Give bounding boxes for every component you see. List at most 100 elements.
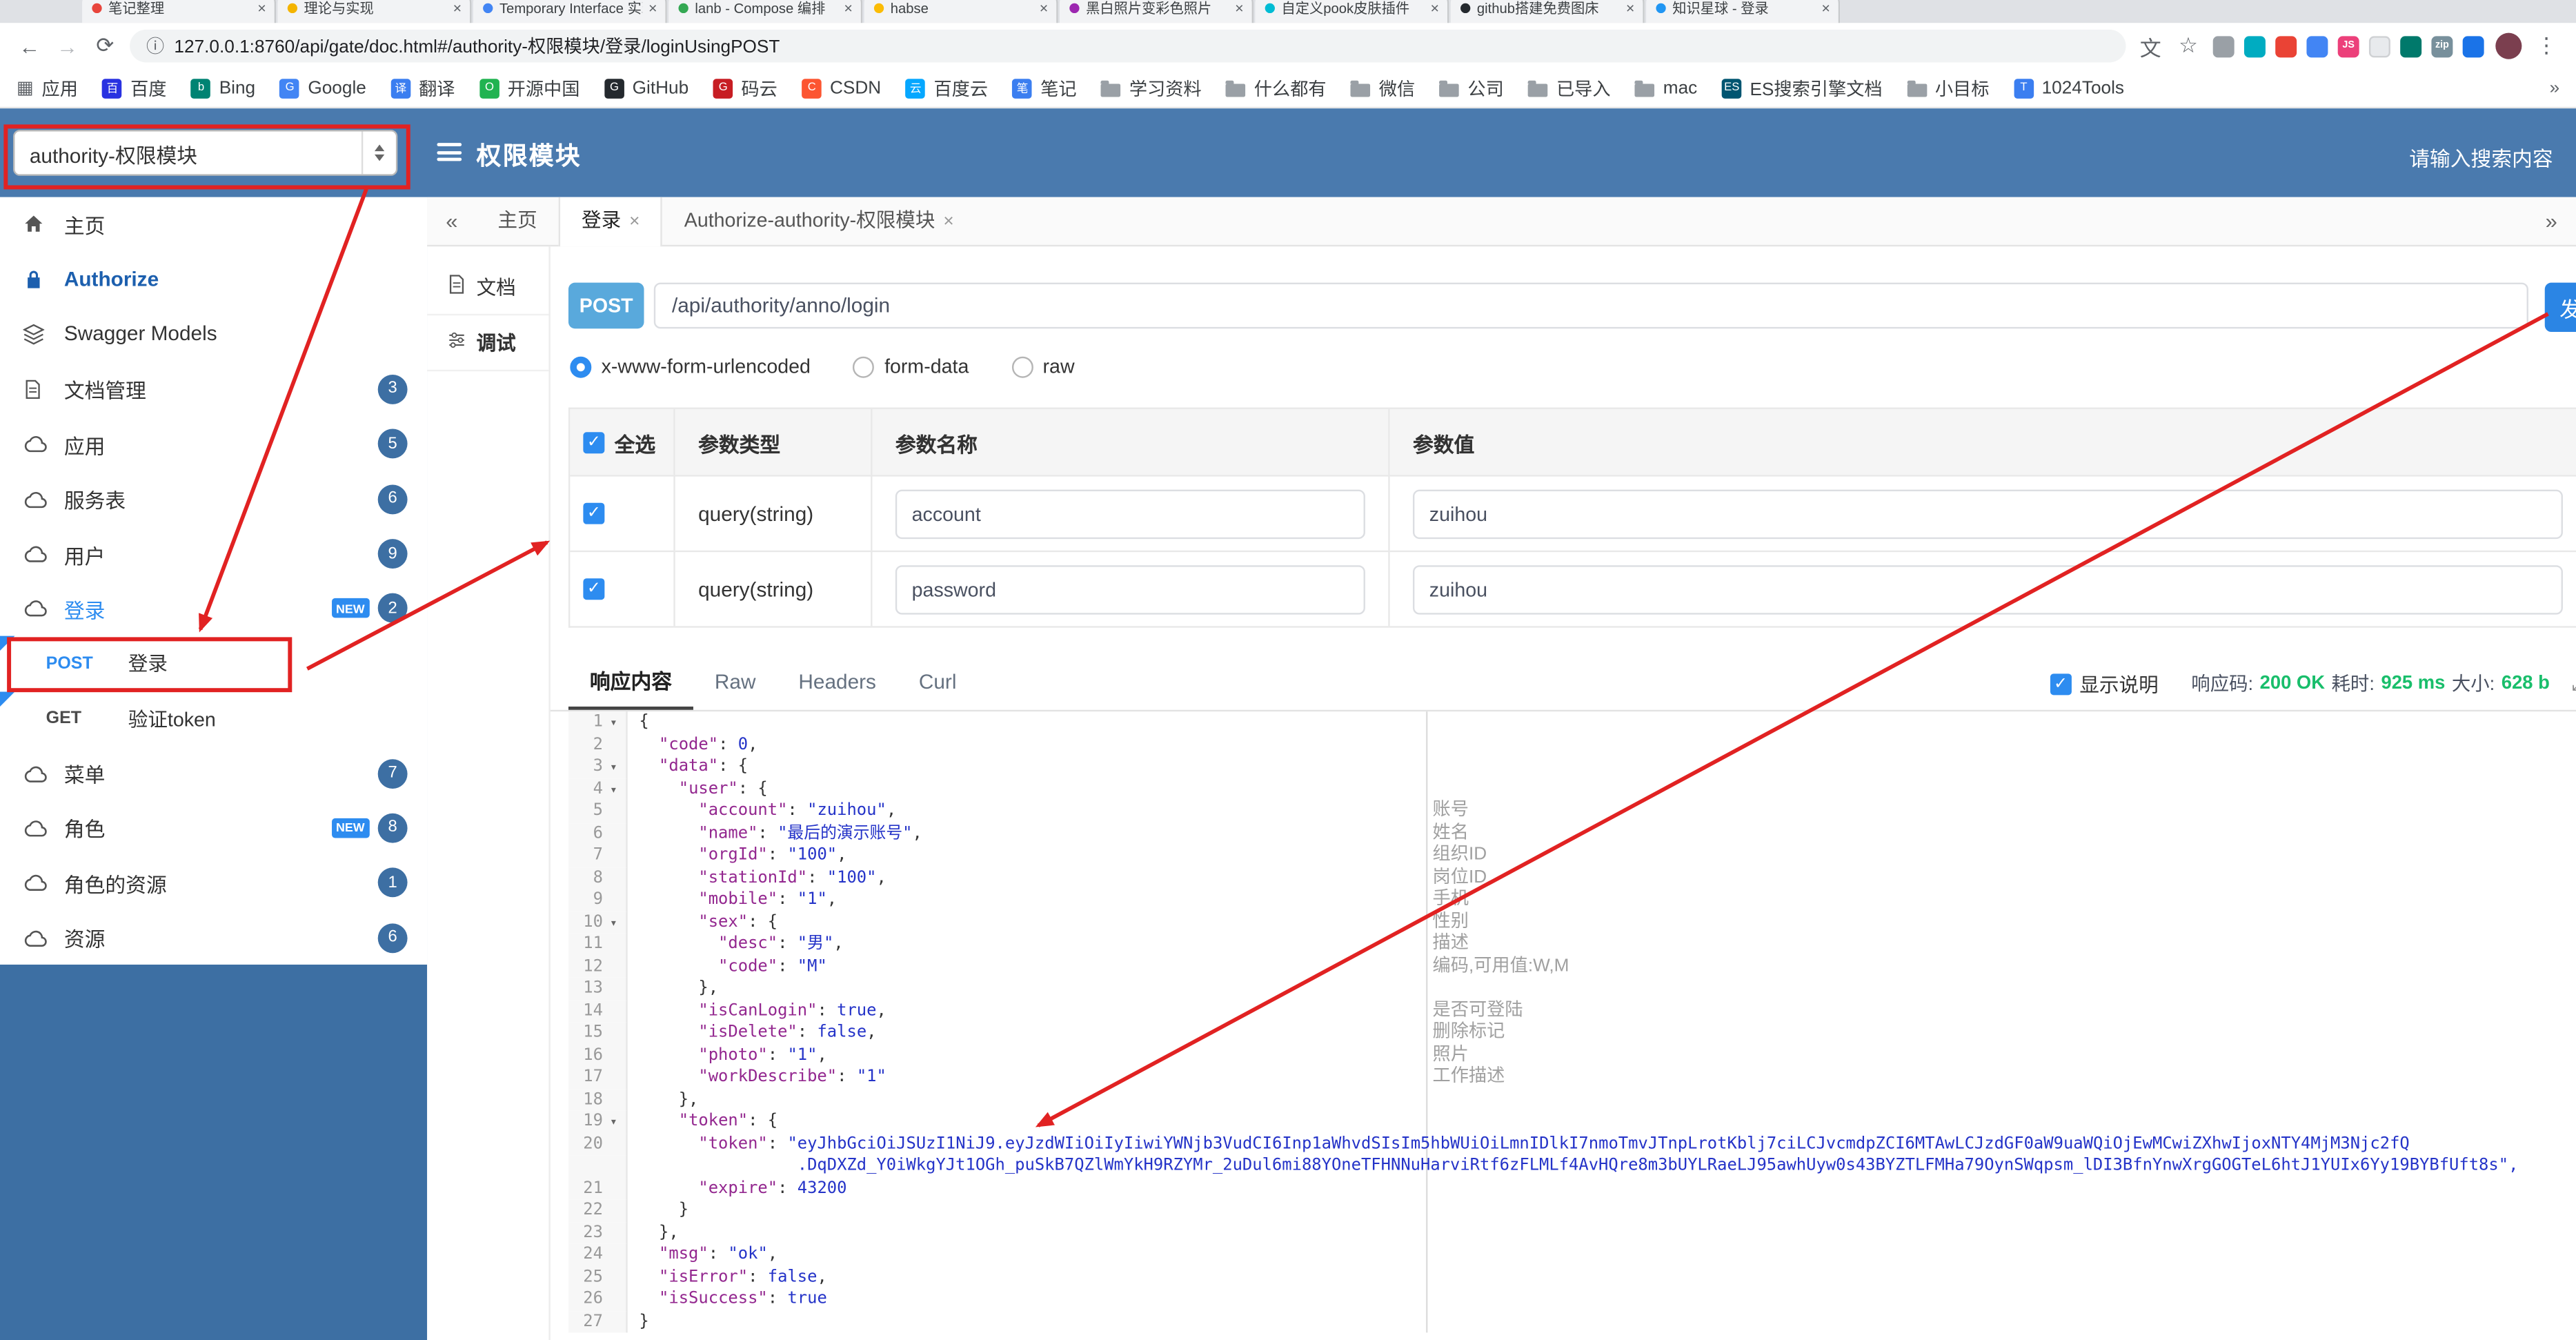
bookmarks-overflow-icon[interactable]: » bbox=[2550, 78, 2560, 98]
extension-icon[interactable] bbox=[2243, 35, 2266, 57]
extension-icon[interactable] bbox=[2400, 35, 2422, 57]
param-name-input[interactable]: password bbox=[895, 564, 1365, 614]
back-icon[interactable]: ← bbox=[17, 34, 43, 59]
sidebar-item[interactable]: Authorize bbox=[0, 252, 428, 307]
browser-tab[interactable]: github搭建免费图床 × bbox=[1450, 0, 1645, 23]
browser-tab[interactable]: lanb - Compose 编排 × bbox=[668, 0, 863, 23]
module-select[interactable]: authority-权限模块 bbox=[13, 130, 398, 176]
translate-icon[interactable]: 文 bbox=[2137, 30, 2163, 61]
tab-scroll-left-icon[interactable]: « bbox=[427, 208, 476, 233]
content-type-radio[interactable]: raw bbox=[1011, 355, 1075, 378]
response-tab[interactable]: Raw bbox=[693, 656, 777, 710]
browser-tab[interactable]: 自定义pook皮肤插件 × bbox=[1255, 0, 1449, 23]
tab-scroll-right-icon[interactable]: » bbox=[2527, 197, 2576, 246]
doc-tab[interactable]: 登录 × bbox=[558, 196, 663, 246]
tab-close-icon[interactable]: × bbox=[844, 0, 853, 17]
doc-tab[interactable]: Authorize-authority-权限模块 × bbox=[663, 197, 975, 246]
content-type-radio[interactable]: x-www-form-urlencoded bbox=[570, 355, 811, 378]
browser-tab[interactable]: 知识星球 - 登录 × bbox=[1646, 0, 1841, 23]
fullscreen-icon[interactable]: ⤢ bbox=[2572, 672, 2576, 697]
tab-debug[interactable]: 调试 bbox=[427, 315, 549, 372]
profile-avatar[interactable] bbox=[2495, 32, 2522, 59]
response-tab[interactable]: Headers bbox=[777, 656, 897, 710]
bookmark[interactable]: 译翻译 bbox=[390, 75, 455, 101]
browser-tab[interactable]: Temporary Interface 实现 × bbox=[473, 0, 667, 23]
tab-close-icon[interactable]: × bbox=[943, 211, 953, 231]
extension-icon[interactable]: JS bbox=[2337, 35, 2359, 57]
browser-tab[interactable]: 黑白照片变彩色照片 × bbox=[1059, 0, 1254, 23]
request-path-input[interactable]: /api/authority/anno/login bbox=[653, 282, 2528, 329]
bookmark[interactable]: G Google bbox=[279, 78, 366, 98]
row-checkbox[interactable]: ✓ bbox=[583, 578, 605, 600]
browser-menu-icon[interactable]: ⋮ bbox=[2533, 33, 2559, 59]
extension-icon[interactable] bbox=[2368, 35, 2390, 57]
tab-close-icon[interactable]: × bbox=[1431, 0, 1440, 17]
sidebar-endpoint-get[interactable]: GET 验证token bbox=[0, 691, 428, 746]
site-info-icon[interactable]: ⓘ bbox=[146, 33, 164, 59]
bookmark[interactable]: ▦ 应用 bbox=[17, 75, 78, 101]
tab-close-icon[interactable]: × bbox=[453, 0, 462, 17]
tab-close-icon[interactable]: × bbox=[1235, 0, 1244, 17]
bookmark[interactable]: G 码云 bbox=[713, 75, 777, 101]
tab-close-icon[interactable]: × bbox=[1040, 0, 1049, 17]
sidebar-item[interactable]: 菜单 7 bbox=[0, 745, 428, 801]
browser-tab[interactable]: 理论与实现 × bbox=[277, 0, 472, 23]
bookmark[interactable]: b Bing bbox=[191, 78, 255, 98]
param-name-input[interactable]: account bbox=[895, 489, 1365, 538]
sidebar-item[interactable]: 角色的资源 1 bbox=[0, 855, 428, 911]
bookmark[interactable]: 云百度云 bbox=[905, 75, 988, 101]
bookmark[interactable]: C CSDN bbox=[802, 78, 881, 98]
url-input[interactable]: ⓘ 127.0.0.1:8760/api/gate/doc.html#/auth… bbox=[130, 29, 2126, 63]
sidebar-item[interactable]: 应用 5 bbox=[0, 416, 428, 472]
menu-toggle-icon[interactable] bbox=[437, 143, 462, 161]
sidebar-item[interactable]: 主页 bbox=[0, 197, 428, 253]
bookmark-star-icon[interactable]: ☆ bbox=[2175, 33, 2201, 59]
sidebar-item[interactable]: 用户 9 bbox=[0, 526, 428, 582]
response-tab[interactable]: Curl bbox=[898, 656, 978, 710]
bookmark[interactable]: O 开源中国 bbox=[479, 75, 579, 101]
bookmark[interactable]: mac bbox=[1635, 78, 1697, 98]
bookmark[interactable]: G GitHub bbox=[604, 78, 688, 98]
header-search-input[interactable]: 请输入搜索内容 bbox=[2409, 141, 2553, 173]
bookmark[interactable]: 什么都有 bbox=[1226, 75, 1327, 101]
row-checkbox[interactable]: ✓ bbox=[583, 502, 605, 524]
show-description-checkbox[interactable]: ✓ 显示说明 bbox=[2050, 669, 2159, 697]
send-button[interactable]: 发送 bbox=[2544, 282, 2576, 333]
extension-icon[interactable] bbox=[2275, 35, 2297, 57]
select-all-checkbox[interactable]: ✓ bbox=[583, 431, 605, 453]
bookmark[interactable]: 百百度 bbox=[102, 75, 166, 101]
sidebar-item[interactable]: 登录 NEW 2 bbox=[0, 581, 428, 636]
bookmark[interactable]: 小目标 bbox=[1907, 75, 1989, 101]
content-type-radio[interactable]: form-data bbox=[853, 355, 969, 378]
forward-icon[interactable]: → bbox=[55, 34, 81, 59]
bookmark[interactable]: T 1024Tools bbox=[2014, 78, 2124, 98]
bookmark[interactable]: 公司 bbox=[1439, 75, 1504, 101]
extension-icon[interactable]: zip bbox=[2431, 35, 2453, 57]
bookmark[interactable]: 笔笔记 bbox=[1012, 75, 1077, 101]
bookmark[interactable]: 学习资料 bbox=[1101, 75, 1202, 101]
sidebar-item[interactable]: 资源 6 bbox=[0, 910, 428, 965]
tab-close-icon[interactable]: × bbox=[257, 0, 266, 17]
tab-close-icon[interactable]: × bbox=[629, 211, 640, 231]
param-value-input[interactable]: zuihou bbox=[1412, 489, 2563, 538]
param-value-input[interactable]: zuihou bbox=[1412, 564, 2563, 614]
tab-close-icon[interactable]: × bbox=[648, 0, 657, 17]
bookmark[interactable]: 微信 bbox=[1351, 75, 1415, 101]
sidebar-item[interactable]: 角色 NEW 8 bbox=[0, 800, 428, 856]
browser-tab[interactable]: habse × bbox=[864, 0, 1058, 23]
sidebar-endpoint-post[interactable]: POST 登录 bbox=[0, 635, 428, 691]
sidebar-item[interactable]: 服务表 6 bbox=[0, 471, 428, 526]
bookmark[interactable]: ES ES搜索引擎文档 bbox=[1721, 75, 1883, 101]
tab-close-icon[interactable]: × bbox=[1626, 0, 1635, 17]
extension-icon[interactable] bbox=[2212, 35, 2235, 57]
doc-tab[interactable]: 主页 bbox=[477, 197, 559, 246]
extension-icon[interactable] bbox=[2462, 35, 2484, 57]
response-tab[interactable]: 响应内容 bbox=[568, 656, 693, 710]
sidebar-item[interactable]: 文档管理 3 bbox=[0, 362, 428, 417]
tab-close-icon[interactable]: × bbox=[1821, 0, 1830, 17]
response-code-editor[interactable]: 1 ▾{2 "code": 0, 3 ▾ "data": {4 ▾ "user": {5… bbox=[568, 711, 2576, 1333]
browser-tab[interactable]: 笔记整理 × bbox=[82, 0, 277, 23]
tab-document[interactable]: 文档 bbox=[427, 259, 549, 316]
sidebar-item[interactable]: Swagger Models bbox=[0, 306, 428, 362]
bookmark[interactable]: 已导入 bbox=[1528, 75, 1611, 101]
